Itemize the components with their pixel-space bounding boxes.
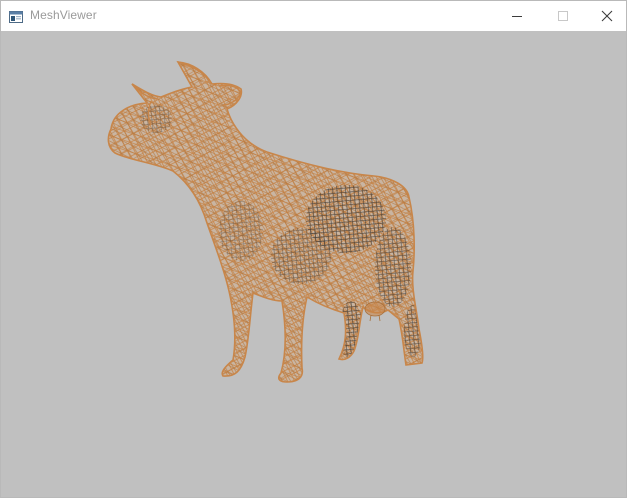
minimize-button[interactable] <box>494 1 540 31</box>
render-viewport[interactable] <box>1 31 626 497</box>
minimize-icon <box>512 11 522 21</box>
window-title: MeshViewer <box>30 8 97 22</box>
maximize-icon <box>558 11 568 21</box>
cow-udder <box>364 301 386 322</box>
meshviewer-window: MeshViewer <box>0 0 627 498</box>
maximize-button[interactable] <box>540 1 586 31</box>
close-icon <box>601 10 613 22</box>
cow-wireframe-mesh <box>107 61 424 383</box>
cow-body <box>107 61 424 383</box>
app-window-icon <box>9 9 23 23</box>
close-button[interactable] <box>584 1 627 31</box>
title-bar[interactable]: MeshViewer <box>1 1 626 31</box>
